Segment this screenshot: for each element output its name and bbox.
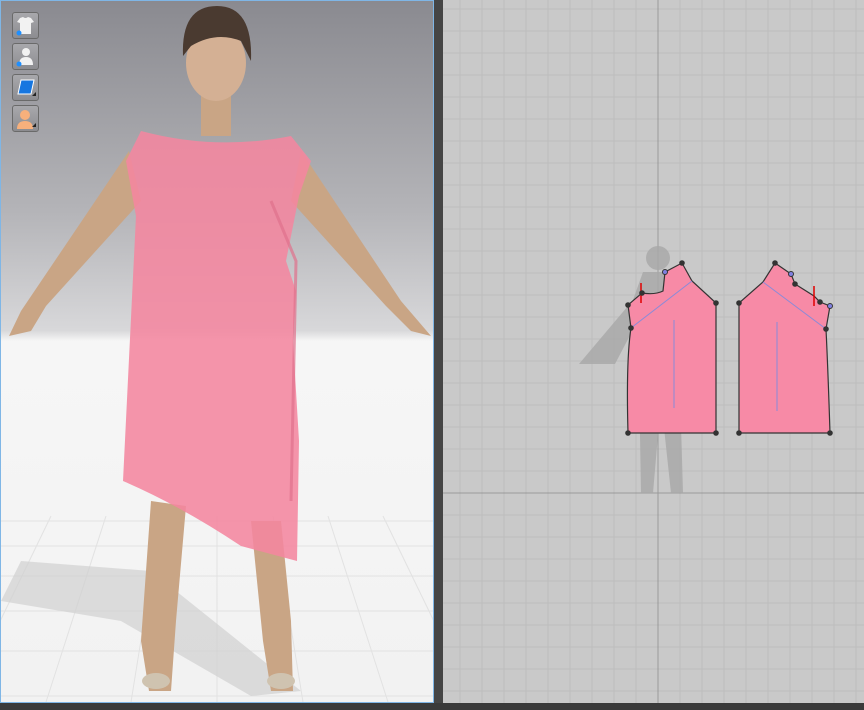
- panel-splitter[interactable]: [434, 0, 443, 710]
- dress[interactable]: [123, 131, 311, 561]
- avatar-display-button[interactable]: [12, 105, 39, 132]
- pattern-canvas: [443, 0, 864, 703]
- avatar-silhouette-icon: [19, 48, 33, 65]
- 3d-view-toolbar: [12, 12, 39, 132]
- status-strip: [0, 703, 864, 710]
- 3d-viewport[interactable]: [0, 0, 434, 703]
- show-avatar-button[interactable]: [12, 43, 39, 70]
- show-garment-button[interactable]: [12, 12, 39, 39]
- texture-plane-icon: [17, 79, 35, 95]
- pattern-piece-back[interactable]: [736, 260, 833, 436]
- 3d-scene: [1, 6, 433, 702]
- avatar-skin-icon: [17, 110, 33, 129]
- texture-display-button[interactable]: [12, 74, 39, 101]
- 2d-pattern-viewport[interactable]: [443, 0, 864, 703]
